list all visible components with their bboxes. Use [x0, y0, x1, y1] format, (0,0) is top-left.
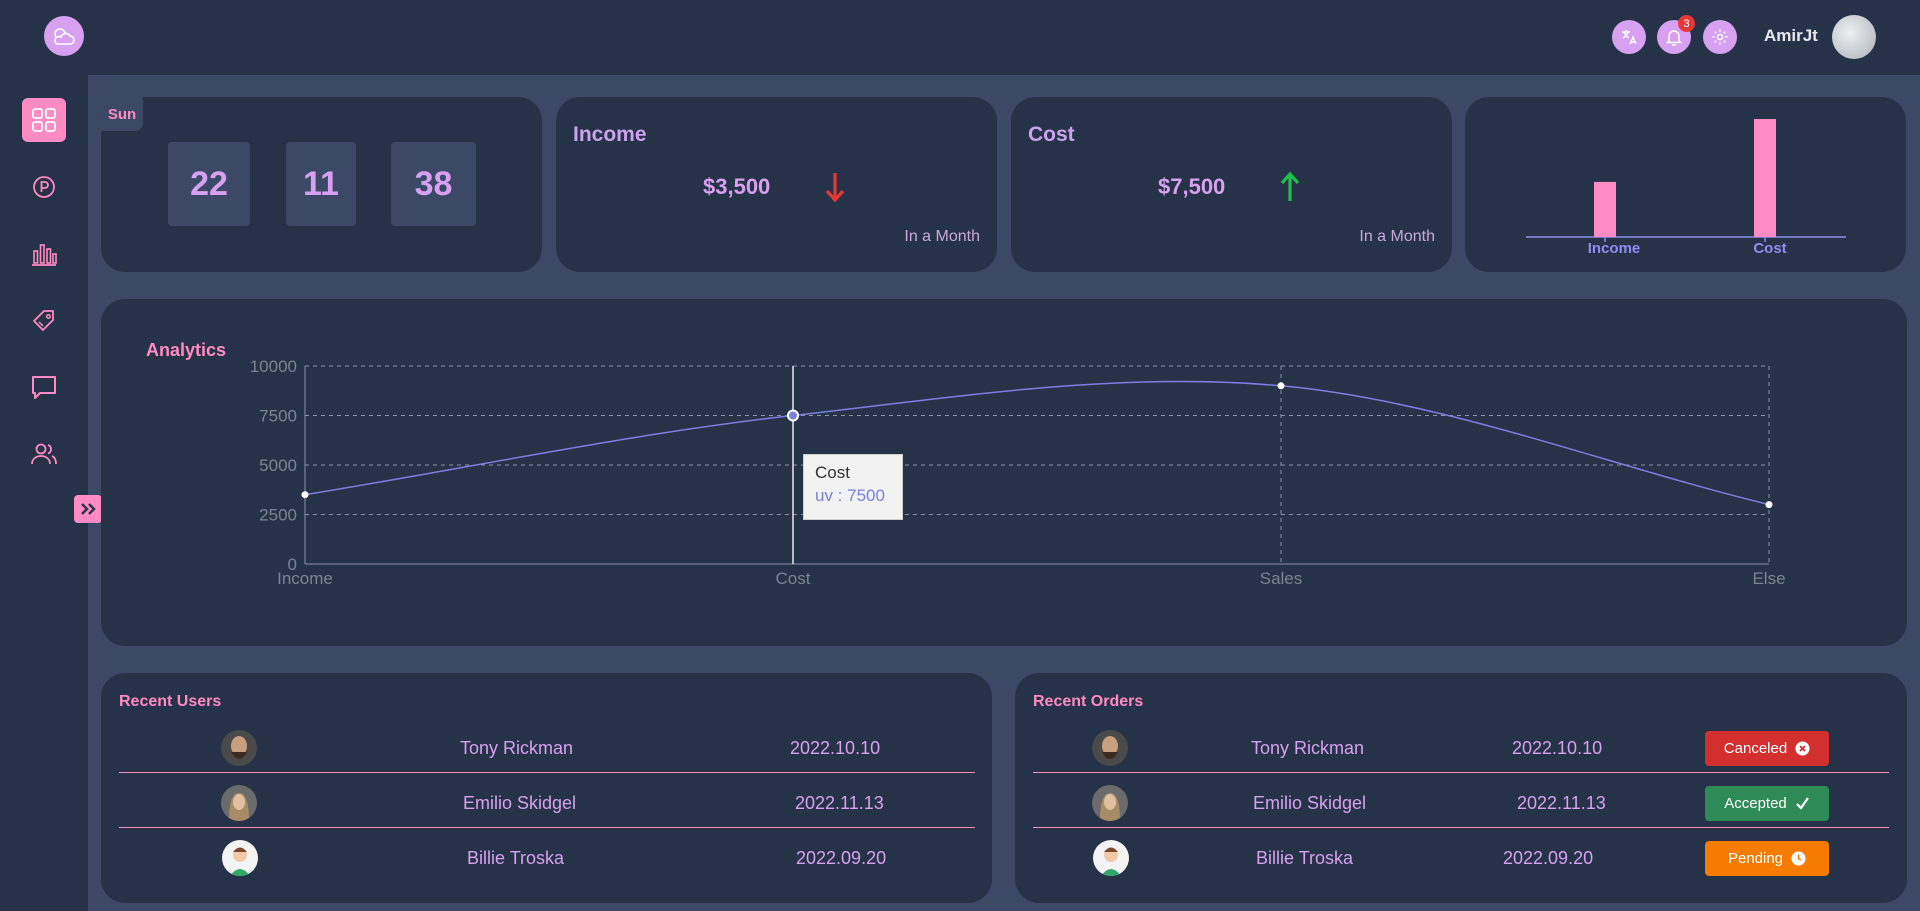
parking-icon — [33, 176, 55, 198]
mini-bar-income — [1594, 181, 1616, 237]
x-circle-icon — [1795, 741, 1810, 756]
income-card: Income $3,500 In a Month — [556, 97, 997, 272]
data-point — [301, 491, 309, 499]
mini-chart-label-income: Income — [1587, 240, 1641, 257]
mini-bar-chart — [1526, 119, 1846, 242]
status-badge[interactable]: Pending — [1705, 841, 1829, 876]
y-tick-label: 10000 — [250, 357, 297, 376]
avatar — [1092, 785, 1128, 821]
cost-title: Cost — [1028, 123, 1075, 146]
check-icon — [1795, 797, 1809, 810]
sidebar-item-tags[interactable] — [22, 299, 66, 343]
avatar[interactable] — [1832, 15, 1876, 59]
username[interactable]: AmirJt — [1764, 26, 1818, 46]
x-tick-label: Else — [1752, 569, 1785, 588]
sidebar-item-stats[interactable] — [22, 232, 66, 276]
order-customer: Billie Troska — [1256, 848, 1354, 868]
order-customer: Tony Rickman — [1251, 738, 1365, 758]
notification-badge: 3 — [1678, 15, 1695, 32]
chart-tooltip: Cost uv : 7500 — [803, 454, 903, 520]
sidebar-item-parking[interactable] — [22, 165, 66, 209]
users-icon — [31, 443, 57, 465]
analytics-card: Analytics 0 2500 5000 7500 10000 Income Cost Sa… — [101, 299, 1907, 646]
status-badge[interactable]: Canceled — [1705, 731, 1829, 766]
order-date: 2022.11.13 — [1517, 793, 1606, 813]
avatar — [221, 730, 257, 766]
clock-card: Sun 22 11 38 — [101, 97, 542, 272]
status-label: Accepted — [1724, 795, 1787, 812]
income-period: In a Month — [904, 228, 980, 245]
bar-chart-icon — [32, 244, 57, 266]
user-name: Tony Rickman — [460, 738, 574, 758]
x-tick-label: Income — [277, 569, 333, 588]
data-point — [787, 409, 799, 422]
y-tick-label: 5000 — [259, 456, 297, 475]
translate-icon[interactable] — [1612, 20, 1646, 54]
x-tick-label: Cost — [776, 569, 811, 588]
bell-icon — [1665, 30, 1683, 46]
tooltip-label: Cost — [815, 463, 850, 482]
grid-icon — [32, 108, 56, 132]
table-row[interactable]: Billie Troska 2022.09.20 Pending — [1033, 828, 1889, 883]
recent-orders-card: Recent Orders Tony Rickman 2022.10.10 Ca… — [1015, 673, 1907, 903]
clock-seconds: 38 — [391, 142, 476, 226]
recent-orders-title: Recent Orders — [1033, 693, 1144, 710]
tooltip-value: uv : 7500 — [815, 486, 885, 505]
weather-logo-icon[interactable] — [44, 16, 84, 56]
user-name: Emilio Skidgel — [463, 793, 577, 813]
order-date: 2022.09.20 — [1503, 848, 1594, 868]
chevrons-right-icon[interactable] — [74, 495, 102, 523]
clock-hours: 22 — [168, 142, 250, 226]
data-point — [1277, 382, 1285, 390]
recent-users-title: Recent Users — [119, 693, 222, 710]
y-tick-label: 7500 — [259, 407, 297, 426]
status-label: Canceled — [1723, 740, 1788, 757]
sidebar — [0, 75, 88, 911]
order-customer: Emilio Skidgel — [1253, 793, 1367, 813]
data-point — [1765, 501, 1773, 509]
x-tick-label: Sales — [1260, 569, 1303, 588]
table-row[interactable]: Tony Rickman 2022.10.10 Canceled — [1033, 718, 1889, 773]
avatar — [221, 785, 257, 821]
avatar — [1093, 840, 1129, 876]
income-title: Income — [573, 123, 647, 146]
arrow-down-icon — [825, 173, 845, 203]
top-bar: 3 AmirJt — [0, 0, 1920, 75]
cost-value: $7,500 — [1158, 174, 1226, 199]
avatar — [1092, 730, 1128, 766]
notifications-button[interactable]: 3 — [1657, 15, 1695, 54]
user-name: Billie Troska — [467, 848, 565, 868]
user-date: 2022.09.20 — [796, 848, 887, 868]
day-label: Sun — [101, 97, 143, 131]
user-date: 2022.10.10 — [790, 738, 881, 758]
arrow-up-icon — [1280, 171, 1300, 201]
analytics-line-chart[interactable]: 025005000750010000Income Cost Sales Else — [101, 299, 1907, 646]
status-label: Pending — [1727, 850, 1784, 867]
tag-icon — [33, 310, 54, 331]
mini-chart-label-cost: Cost — [1753, 240, 1787, 257]
status-badge[interactable]: Accepted — [1705, 786, 1829, 821]
table-row[interactable]: Billie Troska 2022.09.20 — [119, 828, 975, 883]
order-date: 2022.10.10 — [1512, 738, 1603, 758]
avatar — [222, 840, 258, 876]
sidebar-item-users[interactable] — [22, 432, 66, 476]
clock-icon — [1791, 851, 1806, 866]
recent-users-card: Recent Users Tony Rickman 2022.10.10 Emi… — [101, 673, 992, 903]
user-date: 2022.11.13 — [795, 793, 884, 813]
income-value: $3,500 — [703, 174, 771, 199]
table-row[interactable]: Tony Rickman 2022.10.10 — [119, 718, 975, 773]
cost-card: Cost $7,500 In a Month — [1011, 97, 1452, 272]
series-line-uv — [304, 380, 1770, 506]
sidebar-item-messages[interactable] — [22, 365, 66, 409]
clock-minutes: 11 — [286, 142, 356, 226]
mini-chart-card: Income Cost — [1465, 97, 1906, 272]
table-row[interactable]: Emilio Skidgel 2022.11.13 Accepted — [1033, 773, 1889, 828]
y-tick-label: 2500 — [259, 506, 297, 525]
mini-bar-cost — [1754, 119, 1776, 237]
gear-icon[interactable] — [1703, 20, 1737, 54]
table-row[interactable]: Emilio Skidgel 2022.11.13 — [119, 773, 975, 828]
chat-icon — [32, 376, 56, 399]
sidebar-item-dashboard[interactable] — [22, 98, 66, 142]
cost-period: In a Month — [1359, 228, 1435, 245]
